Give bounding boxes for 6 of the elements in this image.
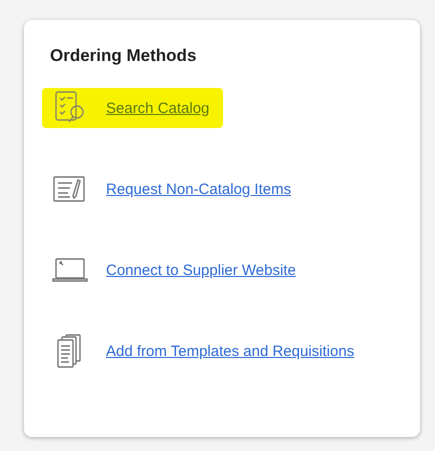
ordering-method-link[interactable]: Add from Templates and Requisitions bbox=[106, 342, 354, 360]
card-title: Ordering Methods bbox=[50, 46, 198, 66]
ordering-method-link[interactable]: Request Non-Catalog Items bbox=[106, 180, 292, 198]
ordering-method-link[interactable]: Connect to Supplier Website bbox=[106, 262, 296, 278]
laptop-icon bbox=[52, 257, 88, 283]
ordering-method-link[interactable]: Search Catalog bbox=[106, 100, 210, 116]
